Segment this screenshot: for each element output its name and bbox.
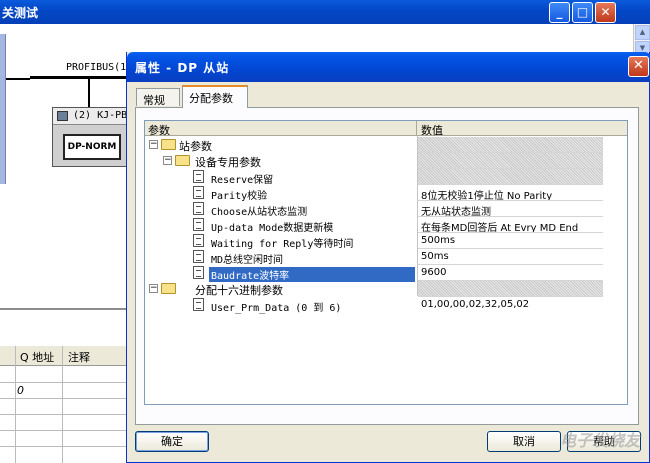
parameter-icon xyxy=(193,186,204,199)
parameter-icon xyxy=(193,218,204,231)
bus-line-left xyxy=(6,78,30,80)
scroll-up-icon[interactable]: ▲ xyxy=(635,25,650,40)
folder-icon xyxy=(161,139,176,150)
main-close-button[interactable]: ✕ xyxy=(595,2,616,23)
param-value[interactable]: 8位无校验1停止位 No Parity xyxy=(418,185,603,201)
tree-label: Choose从站状态监测 xyxy=(211,207,308,218)
folder-icon xyxy=(161,283,176,294)
station-box[interactable]: DP-NORM xyxy=(63,134,121,160)
parameter-icon xyxy=(193,202,204,215)
tree-label: 分配十六进制参数 xyxy=(195,284,283,297)
col-note: 注释 xyxy=(68,351,90,364)
station-header-label: (2) KJ-PB xyxy=(73,110,128,121)
maximize-button[interactable]: □ xyxy=(572,2,593,23)
tree-row-update-mode[interactable]: Up-data Mode数据更新模 在每条MD回答后 At Evry MD En… xyxy=(145,217,627,234)
properties-dialog: 属性 - DP 从站 ✕ 常规 分配参数 参数 数值 − 站参数 − 设备专用参… xyxy=(126,52,650,463)
table-cell[interactable]: 0 xyxy=(17,384,24,397)
dp-station[interactable]: (2) KJ-PB DP-NORM xyxy=(52,107,132,167)
collapse-icon[interactable]: − xyxy=(149,140,158,149)
parameter-icon xyxy=(193,234,204,247)
param-value xyxy=(418,137,603,153)
tree-label: Parity校验 xyxy=(211,191,268,202)
tab-general[interactable]: 常规 xyxy=(136,88,180,107)
tree-label: User_Prm_Data (0 到 6) xyxy=(211,303,342,314)
tree-row-waiting[interactable]: Waiting for Reply等待时间 500ms xyxy=(145,233,627,250)
param-value xyxy=(418,169,603,185)
tree-row-choose[interactable]: Choose从站状态监测 无从站状态监测 xyxy=(145,201,627,218)
dialog-titlebar[interactable]: 属性 - DP 从站 ✕ xyxy=(127,52,650,82)
param-value[interactable]: 01,00,00,02,32,05,02 xyxy=(418,297,603,313)
table-row-line xyxy=(0,414,130,415)
parameter-icon xyxy=(193,266,204,279)
tab-assign-parameters[interactable]: 分配参数 xyxy=(182,85,248,108)
table-row-line xyxy=(0,446,130,447)
cancel-button[interactable]: 取消 xyxy=(487,431,561,452)
folder-icon xyxy=(175,155,190,166)
table-header: Q 地址 注释 xyxy=(0,346,130,366)
station-header: (2) KJ-PB xyxy=(53,108,131,125)
dialog-title: 属性 - DP 从站 xyxy=(135,61,230,75)
tree-label: Waiting for Reply等待时间 xyxy=(211,239,354,250)
parameter-grid[interactable]: 参数 数值 − 站参数 − 设备专用参数 Reserve保留 Parity校验 xyxy=(144,120,628,405)
table-row-line xyxy=(0,398,130,399)
ok-button[interactable]: 确定 xyxy=(135,431,209,452)
param-value[interactable]: 50ms xyxy=(418,249,603,265)
left-rail xyxy=(0,34,6,184)
tree-label: Reserve保留 xyxy=(211,175,274,186)
station-icon xyxy=(57,111,68,121)
tree-row-reserve[interactable]: Reserve保留 xyxy=(145,169,627,186)
param-value xyxy=(418,281,603,297)
param-value xyxy=(418,153,603,169)
tree-row-baudrate[interactable]: Baudrate波特率 9600 xyxy=(145,265,627,282)
table-row-line xyxy=(0,382,130,383)
col-q-address: Q 地址 xyxy=(20,351,55,364)
tree-label-selected: Baudrate波特率 xyxy=(209,267,415,282)
col-param-header[interactable]: 参数 xyxy=(145,121,417,137)
collapse-icon[interactable]: − xyxy=(163,156,172,165)
collapse-icon[interactable]: − xyxy=(149,284,158,293)
bus-drop-line xyxy=(88,78,90,108)
param-value[interactable]: 无从站状态监测 xyxy=(418,201,603,217)
tree-label: 设备专用参数 xyxy=(195,156,261,169)
tree-row-device-params[interactable]: − 设备专用参数 xyxy=(145,153,627,169)
tree-label: Up-data Mode数据更新模 xyxy=(211,223,334,234)
parameter-icon xyxy=(193,250,204,263)
tree-row-hex-params[interactable]: − 分配十六进制参数 xyxy=(145,281,627,297)
col-value-header[interactable]: 数值 xyxy=(418,121,603,137)
tree-label: MD总线空闲时间 xyxy=(211,255,284,266)
main-window-titlebar: 关测试 _ □ ✕ xyxy=(0,0,650,24)
profibus-line xyxy=(30,76,130,79)
param-value[interactable]: 在每条MD回答后 At Evry MD End xyxy=(418,217,603,233)
parameter-icon xyxy=(193,170,204,183)
parameter-icon xyxy=(193,298,204,311)
param-value[interactable]: 9600 xyxy=(418,265,603,281)
grid-header: 参数 数值 xyxy=(145,121,627,137)
table-row-line xyxy=(0,430,130,431)
param-value[interactable]: 500ms xyxy=(418,233,603,249)
tree-row-md-idle[interactable]: MD总线空闲时间 50ms xyxy=(145,249,627,266)
profibus-label: PROFIBUS(1 xyxy=(66,62,127,73)
tree-row-parity[interactable]: Parity校验 8位无校验1停止位 No Parity xyxy=(145,185,627,202)
watermark: 电子发烧友 xyxy=(559,431,640,450)
main-window-title: 关测试 xyxy=(2,6,39,20)
tree-row-station-params[interactable]: − 站参数 xyxy=(145,137,627,153)
tree-label: 站参数 xyxy=(179,140,212,153)
dialog-close-button[interactable]: ✕ xyxy=(628,56,649,77)
tree-row-user-prm-data[interactable]: User_Prm_Data (0 到 6) 01,00,00,02,32,05,… xyxy=(145,297,627,314)
minimize-button[interactable]: _ xyxy=(549,2,570,23)
